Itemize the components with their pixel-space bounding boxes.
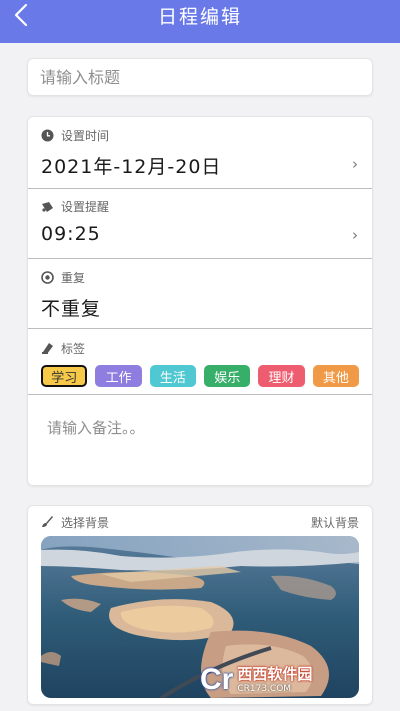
schedule-form-card: 设置时间 2021年-12月-20日 › 设置提醒 09:25 › 重复 不重复 <box>27 116 373 486</box>
time-label: 设置时间 <box>61 129 110 143</box>
divider <box>28 394 372 395</box>
reminder-value: 09:25 <box>41 223 101 245</box>
watermark: Cr 西西软件园 CR173.COM <box>200 660 380 700</box>
bell-icon <box>41 200 54 213</box>
tag-life[interactable]: 生活 <box>149 365 197 387</box>
default-background-button[interactable]: 默认背景 <box>311 514 359 531</box>
app-header: 日程编辑 <box>0 0 400 43</box>
tag-entertainment[interactable]: 娱乐 <box>204 365 251 387</box>
divider <box>28 258 372 259</box>
tag-list: 学习 工作 生活 娱乐 理财 其他 <box>41 365 360 387</box>
repeat-icon <box>41 271 54 284</box>
watermark-logo: Cr <box>200 663 234 696</box>
tag-icon <box>41 342 54 355</box>
background-label: 选择背景 <box>61 516 110 530</box>
back-button[interactable] <box>14 0 44 30</box>
divider <box>28 328 372 329</box>
notes-input[interactable]: 请输入备注。。 <box>28 417 372 438</box>
title-input-card <box>27 58 373 96</box>
reminder-row[interactable]: 设置提醒 09:25 › <box>28 198 372 245</box>
time-value: 2021年-12月-20日 <box>41 156 222 178</box>
clock-icon <box>41 129 54 142</box>
tag-other[interactable]: 其他 <box>312 365 360 387</box>
reminder-label: 设置提醒 <box>61 200 110 214</box>
chevron-right-icon[interactable]: › <box>352 155 358 173</box>
chevron-right-icon[interactable]: › <box>352 226 358 244</box>
page-title: 日程编辑 <box>157 6 242 28</box>
tags-row: 标签 学习 工作 生活 娱乐 理财 其他 <box>28 340 372 387</box>
watermark-sub: CR173.COM <box>237 683 292 694</box>
divider <box>28 188 372 189</box>
tag-finance[interactable]: 理财 <box>258 365 305 387</box>
watermark-text: 西西软件园 <box>237 664 313 683</box>
time-row[interactable]: 设置时间 2021年-12月-20日 › <box>28 127 372 179</box>
repeat-value: 不重复 <box>41 298 102 320</box>
brush-icon <box>41 515 54 531</box>
repeat-label: 重复 <box>61 271 86 285</box>
repeat-row[interactable]: 重复 不重复 <box>28 269 372 321</box>
tag-work[interactable]: 工作 <box>95 365 142 387</box>
tag-study[interactable]: 学习 <box>41 365 88 387</box>
title-input[interactable] <box>28 59 372 95</box>
tags-label: 标签 <box>61 342 86 356</box>
back-arrow-icon <box>14 3 28 27</box>
